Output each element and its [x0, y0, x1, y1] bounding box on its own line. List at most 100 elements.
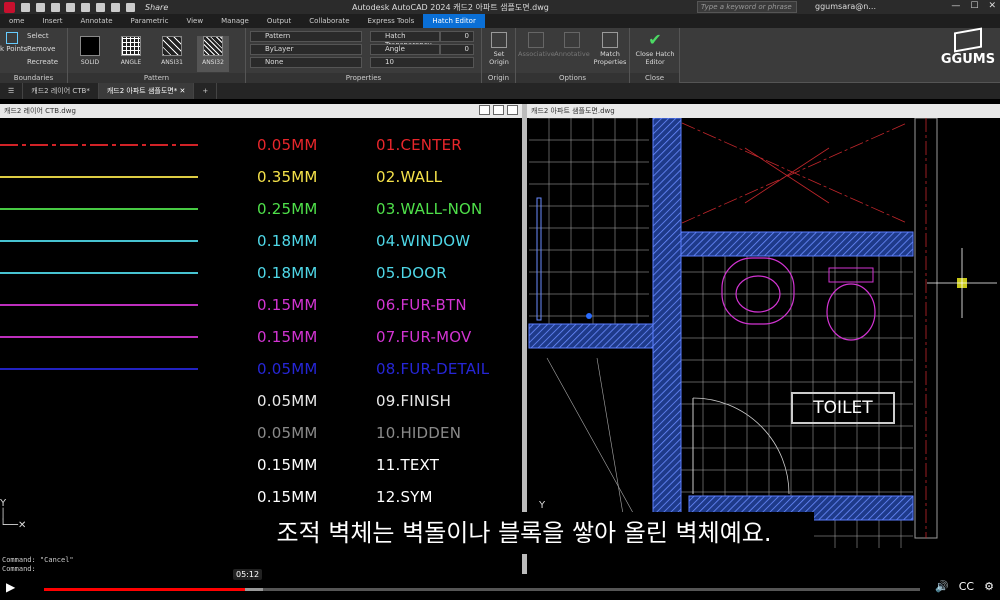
save-as-icon[interactable]	[66, 2, 75, 12]
swatch-solid[interactable]: SOLID	[74, 36, 106, 72]
recreate-button[interactable]: Recreate	[27, 58, 58, 66]
right-pane-titlebar: 캐드2 아파트 샘플도면.dwg	[527, 104, 1000, 118]
ribbon-tab-hatch-editor[interactable]: Hatch Editor	[423, 14, 485, 28]
layer-lineweight: 0.05MM	[257, 392, 318, 410]
hatch-type-select[interactable]: Pattern	[250, 31, 362, 42]
undo-icon[interactable]	[111, 2, 120, 12]
save-icon[interactable]	[51, 2, 60, 12]
settings-icon[interactable]: ⚙	[984, 580, 994, 593]
play-icon[interactable]: ▶	[6, 580, 15, 594]
layer-name: 05.DOOR	[376, 264, 447, 282]
boundaries-panel-label[interactable]: Boundaries	[0, 73, 67, 83]
ansi32-pattern-icon	[203, 36, 223, 56]
print-icon[interactable]	[96, 2, 105, 12]
title-bar: Share Autodesk AutoCAD 2024 캐드2 아파트 샘플도면…	[0, 0, 1000, 14]
ggums-logo: GGUMS	[936, 27, 1000, 67]
new-file-icon[interactable]	[21, 2, 30, 12]
ribbon-tab-view[interactable]: View	[177, 14, 212, 28]
layer-name: 01.CENTER	[376, 136, 462, 154]
layer-name: 11.TEXT	[376, 456, 440, 474]
transparency-label: Hatch Transparency	[370, 31, 440, 49]
pick-points-button[interactable]: k Points	[0, 30, 27, 53]
annotative-button[interactable]: Annotative	[554, 32, 590, 58]
remove-button[interactable]: Remove	[27, 45, 55, 53]
share-button[interactable]: Share	[145, 3, 168, 12]
ribbon-tab-ome[interactable]: ome	[0, 14, 33, 28]
ribbon-tab-output[interactable]: Output	[258, 14, 300, 28]
set-origin-button[interactable]: Set Origin	[484, 32, 514, 66]
solid-pattern-icon	[80, 36, 100, 56]
open-file-icon[interactable]	[36, 2, 45, 12]
options-panel: Associative Annotative Match Properties …	[516, 28, 630, 83]
autocad-logo-icon[interactable]	[4, 1, 15, 13]
layer-linetype-sample	[0, 272, 198, 274]
left-drawing-pane[interactable]: 캐드2 레이어 CTB.dwg 0.05MM 01.CENTER 0.35MM 02.…	[0, 104, 522, 556]
menu-icon[interactable]: ☰	[0, 83, 24, 99]
close-hatch-editor-button[interactable]: ✔ Close Hatch Editor	[632, 32, 678, 67]
search-input[interactable]: Type a keyword or phrase	[697, 1, 797, 13]
right-drawing-pane[interactable]: 캐드2 아파트 샘플도면.dwg Y TOILET	[527, 104, 1000, 556]
pane-restore-icon[interactable]	[493, 105, 504, 115]
layer-lineweight: 0.05MM	[257, 424, 318, 442]
seek-bar[interactable]	[44, 588, 920, 591]
video-player-controls: ▶ 🔊 CC ⚙	[0, 576, 1000, 600]
transparency-value-input[interactable]: 0	[440, 31, 474, 42]
properties-panel-label[interactable]: Properties	[246, 73, 481, 83]
maximize-icon[interactable]: ☐	[970, 1, 978, 11]
redo-icon[interactable]	[126, 2, 135, 12]
layer-lineweight: 0.15MM	[257, 456, 318, 474]
web-icon[interactable]	[81, 2, 90, 12]
ribbon-tabs: ome Insert Annotate Parametric View Manage Out…	[0, 14, 1000, 28]
angle-pattern-icon	[121, 36, 141, 56]
layer-lineweight: 0.35MM	[257, 168, 318, 186]
match-properties-button[interactable]: Match Properties	[592, 32, 628, 66]
ribbon-tab-collaborate[interactable]: Collaborate	[300, 14, 358, 28]
doc-tab-layer-ctb[interactable]: 캐드2 레이어 CTB*	[23, 83, 99, 99]
volume-icon[interactable]: 🔊	[935, 580, 949, 593]
ribbon-tab-parametric[interactable]: Parametric	[122, 14, 178, 28]
pattern-panel: SOLID ANGLE ANSI31 ANSI32 Pattern	[68, 28, 246, 83]
captions-icon[interactable]: CC	[959, 580, 974, 593]
match-properties-icon	[602, 32, 618, 48]
ribbon-tab-express-tools[interactable]: Express Tools	[359, 14, 424, 28]
layer-linetype-sample	[0, 176, 198, 178]
ribbon: k Points Select Remove Recreate Boundari…	[0, 28, 1000, 83]
angle-value-input[interactable]: 0	[440, 44, 474, 55]
tab-close-icon[interactable]: ✕	[179, 87, 185, 95]
angle-label: Angle	[370, 44, 440, 55]
user-account[interactable]: ggumsara@n...	[815, 2, 876, 11]
layer-name: 10.HIDDEN	[376, 424, 462, 442]
pane-close-icon[interactable]	[507, 105, 518, 115]
boundaries-panel: k Points Select Remove Recreate Boundari…	[0, 28, 68, 83]
ucs-icon: Y │ └──✕	[0, 498, 27, 531]
associative-button[interactable]: Associative	[518, 32, 555, 58]
ribbon-tab-annotate[interactable]: Annotate	[72, 14, 122, 28]
new-tab-button[interactable]: +	[194, 83, 218, 99]
ribbon-tab-insert[interactable]: Insert	[33, 14, 71, 28]
hatch-color-select[interactable]: ByLayer	[250, 44, 362, 55]
doc-tab-apartment[interactable]: 캐드2 아파트 샘플도면* ✕	[98, 83, 195, 99]
select-button[interactable]: Select	[27, 32, 49, 40]
swatch-ansi32[interactable]: ANSI32	[197, 36, 229, 72]
options-panel-label[interactable]: Options	[516, 73, 629, 83]
ribbon-tab-manage[interactable]: Manage	[212, 14, 258, 28]
close-panel-label: Close	[630, 73, 679, 83]
pane-minimize-icon[interactable]	[479, 105, 490, 115]
left-pane-titlebar: 캐드2 레이어 CTB.dwg	[0, 104, 522, 118]
layer-linetype-sample	[0, 336, 198, 338]
layer-lineweight: 0.05MM	[257, 136, 318, 154]
ansi31-pattern-icon	[162, 36, 182, 56]
swatch-ansi31[interactable]: ANSI31	[156, 36, 188, 72]
layer-name: 03.WALL-NON	[376, 200, 483, 218]
command-line[interactable]: Command: "Cancel" Command:	[0, 556, 240, 576]
close-icon[interactable]: ✕	[988, 1, 996, 11]
scale-input[interactable]: 10	[370, 57, 474, 68]
minimize-icon[interactable]: —	[951, 1, 960, 11]
background-color-select[interactable]: None	[250, 57, 362, 68]
origin-panel-label[interactable]: Origin	[482, 73, 515, 83]
toilet-room-label: TOILET	[791, 392, 895, 424]
layer-linetype-sample	[0, 144, 198, 146]
layer-linetype-sample	[0, 240, 198, 242]
close-panel: ✔ Close Hatch Editor Close	[630, 28, 680, 83]
swatch-angle[interactable]: ANGLE	[115, 36, 147, 72]
